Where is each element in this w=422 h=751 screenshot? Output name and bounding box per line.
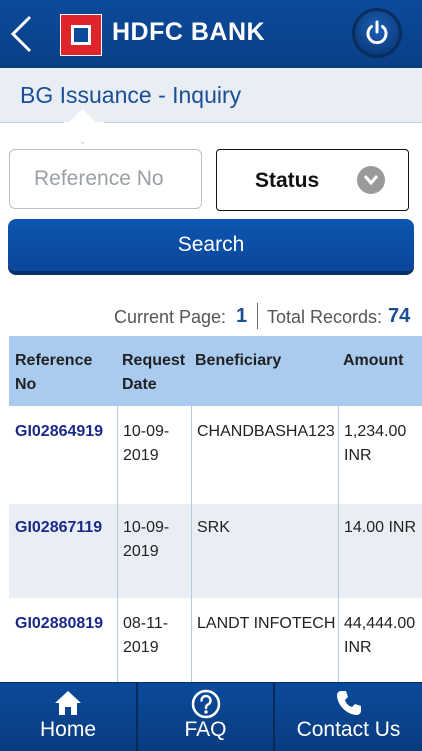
status-select-label: Status [255, 169, 320, 192]
cell-reference[interactable]: GI02867119 [15, 516, 102, 540]
nav-contact-us[interactable]: Contact Us [275, 683, 422, 751]
power-icon [366, 20, 388, 45]
table-row[interactable]: GI02880819 08-11- 2019 LANDT INFOTECH 44,… [9, 598, 422, 682]
cell-date: 10-09- 2019 [123, 519, 170, 560]
table-header: Reference No Request Date Beneficiary Am… [9, 336, 422, 406]
pagination-info: Current Page: 1 Total Records: 74 [0, 300, 422, 332]
table-row[interactable]: GI02864919 10-09- 2019 CHANDBASHA123 1,23… [9, 406, 422, 504]
total-records-label: Total Records: [267, 307, 383, 327]
nav-home[interactable]: Home [0, 683, 136, 751]
question-icon [191, 689, 221, 719]
nav-faq[interactable]: FAQ [138, 683, 273, 751]
app-header: HDFC BANK [0, 0, 422, 69]
cell-amount: 44,444.00 INR [344, 615, 416, 656]
search-button[interactable]: Search [8, 219, 414, 271]
cell-beneficiary: CHANDBASHA123 [197, 423, 335, 440]
brand-name: HDFC BANK [112, 18, 266, 46]
cell-date: 10-09- 2019 [123, 423, 170, 464]
cell-amount: 14.00 INR [344, 519, 417, 536]
home-icon [55, 691, 81, 715]
search-button-label: Search [177, 233, 245, 256]
page-title: BG Issuance - Inquiry [20, 82, 242, 108]
reference-no-input[interactable] [9, 149, 202, 209]
results-table[interactable]: Reference No Request Date Beneficiary Am… [9, 336, 422, 682]
header-reference-no: Reference No [15, 352, 93, 393]
nav-home-label: Home [39, 718, 97, 741]
hdfc-logo [60, 14, 102, 56]
cell-reference[interactable]: GI02880819 [15, 612, 103, 636]
back-button[interactable] [8, 14, 36, 54]
current-page-label: Current Page: [114, 307, 227, 327]
header-request-date: Request Date [122, 352, 186, 393]
header-amount: Amount [343, 352, 404, 369]
bottom-nav: Home FAQ Contact Us [0, 682, 422, 751]
column-divider [117, 406, 118, 682]
total-records-value: 74 [388, 305, 411, 327]
column-divider [338, 406, 339, 682]
cell-amount: 1,234.00 INR [344, 423, 407, 464]
title-band: BG Issuance - Inquiry [0, 68, 422, 123]
cell-reference[interactable]: GI02864919 [15, 420, 103, 444]
chevron-down-icon [357, 166, 385, 194]
nav-faq-label: FAQ [184, 718, 227, 741]
status-select[interactable]: Status [216, 149, 409, 211]
phone-icon [337, 691, 361, 715]
pagination-divider [257, 303, 258, 329]
header-beneficiary: Beneficiary [195, 352, 282, 369]
nav-contact-label: Contact Us [296, 718, 401, 741]
logout-button[interactable] [352, 8, 402, 58]
table-row[interactable]: GI02867119 10-09- 2019 SRK 14.00 INR [9, 502, 422, 600]
cell-date: 08-11- 2019 [123, 615, 169, 656]
current-page-value: 1 [236, 305, 248, 327]
chevron-left-icon [10, 15, 32, 53]
cell-beneficiary: LANDT INFOTECH [197, 615, 336, 632]
cell-beneficiary: SRK [197, 519, 230, 536]
column-divider [191, 406, 192, 682]
